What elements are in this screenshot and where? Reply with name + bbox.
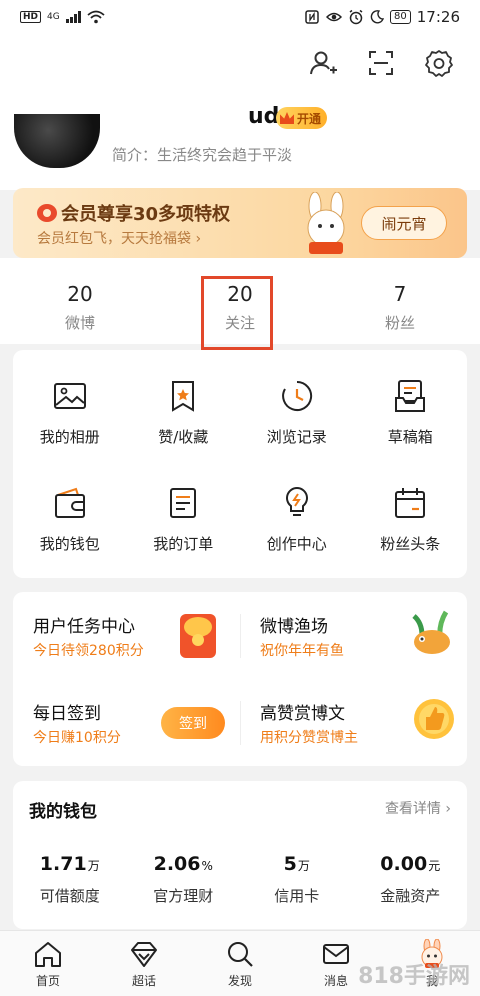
task-center[interactable]: 用户任务中心 今日待领280积分 bbox=[13, 592, 240, 679]
chevron-right-icon: › bbox=[445, 801, 451, 817]
wallet-icon bbox=[54, 487, 85, 518]
add-friend-icon[interactable] bbox=[308, 48, 338, 78]
avatar[interactable] bbox=[14, 114, 100, 168]
task-top-posts[interactable]: 高赞赏博文 用积分赞赏博主 bbox=[240, 679, 467, 766]
wallet-item-assets[interactable]: 0.00元 金融资产 bbox=[354, 853, 468, 906]
album-icon bbox=[53, 383, 86, 409]
mail-icon bbox=[323, 944, 349, 964]
status-bar: HD 4G 80 17:26 bbox=[0, 0, 480, 34]
wallet-item-finance[interactable]: 2.06% 官方理财 bbox=[127, 853, 241, 906]
shortcut-like-collect[interactable]: 赞/收藏 bbox=[127, 364, 241, 471]
like-collect-icon bbox=[172, 381, 195, 412]
task-fishing[interactable]: 微博渔场 祝你年年有鱼 bbox=[240, 592, 467, 679]
stat-followers[interactable]: 7 粉丝 bbox=[320, 258, 480, 344]
shortcut-history[interactable]: 浏览记录 bbox=[240, 364, 354, 471]
shortcut-creator-center[interactable]: 创作中心 bbox=[240, 471, 354, 578]
wallet-details-link[interactable]: 查看详情 › bbox=[385, 798, 451, 818]
home-icon bbox=[35, 942, 61, 967]
lantern-festival-button[interactable]: 闹元宵 bbox=[361, 206, 447, 240]
shortcut-drafts[interactable]: 草稿箱 bbox=[354, 364, 468, 471]
crown-icon bbox=[280, 112, 294, 124]
nfc-icon bbox=[305, 10, 319, 24]
bio[interactable]: 简介：生活终究会趋于平淡 bbox=[112, 144, 292, 165]
username[interactable]: ud bbox=[248, 104, 279, 129]
banner-subtitle: 会员红包飞，天天抢福袋 › bbox=[37, 231, 202, 247]
wifi-icon bbox=[87, 10, 105, 24]
clock: 17:26 bbox=[416, 8, 460, 26]
scan-icon[interactable] bbox=[366, 48, 396, 78]
checkin-button[interactable]: 签到 bbox=[161, 707, 225, 739]
moon-icon bbox=[370, 10, 385, 24]
alarm-icon bbox=[349, 9, 363, 25]
stat-posts[interactable]: 20 微博 bbox=[0, 258, 160, 344]
wallet-item-credit-card[interactable]: 5万 信用卡 bbox=[240, 853, 354, 906]
tab-home[interactable]: 首页 bbox=[0, 931, 96, 996]
task-checkin[interactable]: 每日签到 今日赚10积分 签到 bbox=[13, 679, 240, 766]
tab-discover[interactable]: 发现 bbox=[192, 931, 288, 996]
gear-icon[interactable] bbox=[424, 48, 454, 78]
wallet-card: 我的钱包 查看详情 › 1.71万 可借额度 2.06% 官方理财 5万 信用卡 0.… bbox=[13, 781, 467, 929]
tasks-card: 用户任务中心 今日待领280积分 微博渔场 祝你年年有鱼 每日签到 今日赚10积… bbox=[13, 592, 467, 766]
shortcut-album[interactable]: 我的相册 bbox=[13, 364, 127, 471]
vip-badge[interactable]: 开通 bbox=[276, 107, 328, 129]
calendar-icon bbox=[395, 488, 426, 518]
fish-icon bbox=[412, 610, 450, 654]
diamond-icon bbox=[131, 942, 157, 967]
red-envelope-icon bbox=[180, 614, 216, 658]
watermark: 818手游网 bbox=[358, 964, 470, 989]
wallet-item-loan[interactable]: 1.71万 可借额度 bbox=[13, 853, 127, 906]
weibo-logo-icon bbox=[37, 204, 57, 222]
history-icon bbox=[281, 380, 312, 411]
tab-super-topic[interactable]: 超话 bbox=[96, 931, 192, 996]
drafts-icon bbox=[395, 380, 426, 412]
search-icon bbox=[228, 942, 253, 967]
thumbs-up-coin-icon bbox=[414, 699, 454, 739]
vip-banner[interactable]: 会员尊享30多项特权 会员红包飞，天天抢福袋 › 闹元宵 bbox=[13, 188, 467, 258]
lightbulb-icon bbox=[285, 486, 308, 516]
signal-type: 4G bbox=[47, 12, 60, 22]
network-type: HD bbox=[20, 11, 42, 23]
profile-header: ud 开通 简介：生活终究会趋于平淡 bbox=[0, 34, 480, 190]
battery-indicator: 80 bbox=[390, 10, 411, 24]
orders-icon bbox=[170, 488, 197, 518]
shortcut-grid: 我的相册 赞/收藏 浏览记录 草稿箱 我的钱包 我的订单 创作中心 粉丝头条 bbox=[13, 350, 467, 578]
shortcut-fan-headlines[interactable]: 粉丝头条 bbox=[354, 471, 468, 578]
banner-title: 会员尊享30多项特权 bbox=[61, 204, 231, 225]
rabbit-mascot-icon bbox=[307, 192, 345, 254]
shortcut-wallet[interactable]: 我的钱包 bbox=[13, 471, 127, 578]
eye-icon bbox=[326, 12, 343, 22]
signal-icon bbox=[65, 11, 81, 23]
highlight-box bbox=[201, 276, 273, 350]
shortcut-orders[interactable]: 我的订单 bbox=[127, 471, 241, 578]
wallet-title: 我的钱包 bbox=[29, 802, 97, 822]
